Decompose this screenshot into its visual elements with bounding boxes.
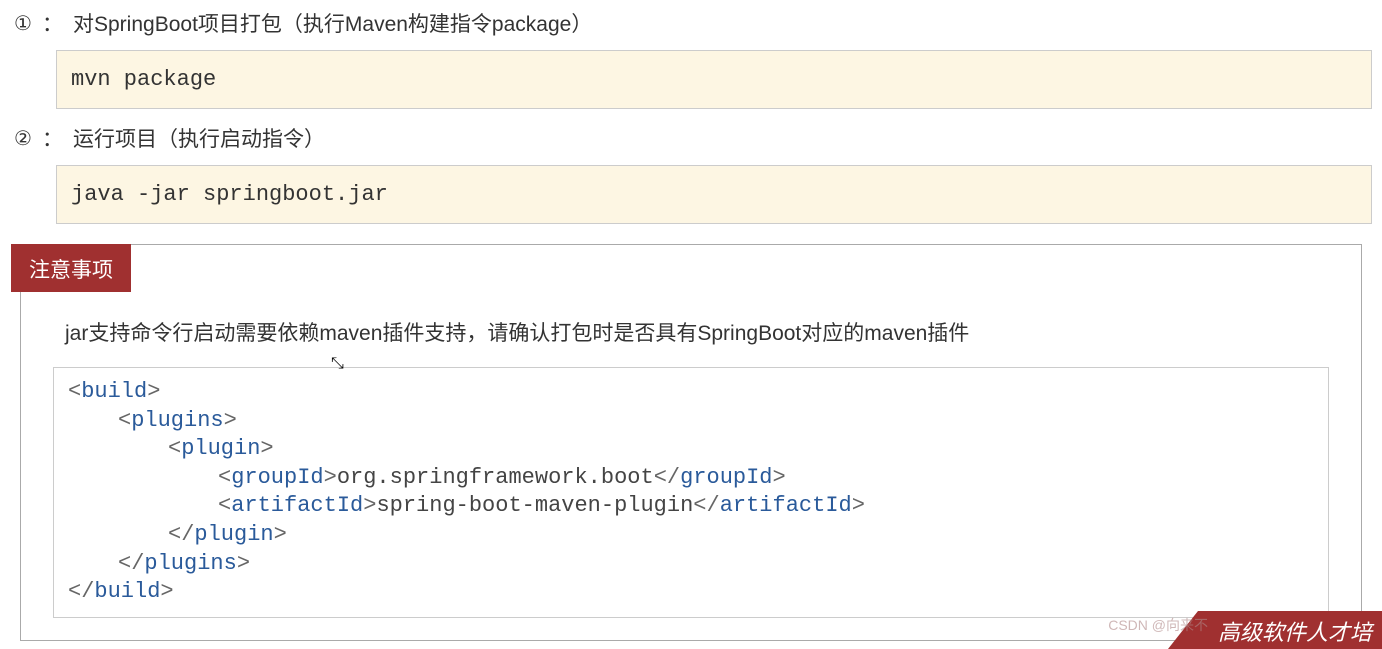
watermark-csdn: CSDN @向来不	[1108, 615, 1208, 635]
step-1-code: mvn package	[71, 67, 216, 92]
xml-line: </plugins>	[68, 550, 1314, 579]
xml-line: </build>	[68, 578, 1314, 607]
step-2-text: 运行项目（执行启动指令）	[73, 123, 325, 153]
xml-line: <plugins>	[68, 407, 1314, 436]
xml-line: <plugin>	[68, 435, 1314, 464]
xml-line: <artifactId>spring-boot-maven-plugin</ar…	[68, 492, 1314, 521]
xml-code-block: <build> <plugins> <plugin> <groupId>org.…	[53, 367, 1329, 618]
xml-line: <build>	[68, 378, 1314, 407]
xml-line: </plugin>	[68, 521, 1314, 550]
step-1-colon: ：	[42, 8, 63, 38]
step-2-number: ②	[10, 125, 36, 151]
step-2-code: java -jar springboot.jar	[71, 182, 388, 207]
step-2-colon: ：	[42, 123, 63, 153]
step-1-header: ① ： 对SpringBoot项目打包（执行Maven构建指令package）	[10, 8, 1372, 38]
step-2-code-block: java -jar springboot.jar	[56, 165, 1372, 224]
step-1-text: 对SpringBoot项目打包（执行Maven构建指令package）	[73, 8, 592, 38]
notice-badge: 注意事项	[11, 244, 131, 292]
step-1-number: ①	[10, 10, 36, 36]
step-2-header: ② ： 运行项目（执行启动指令）	[10, 123, 1372, 153]
xml-line: <groupId>org.springframework.boot</group…	[68, 464, 1314, 493]
step-1-code-block: mvn package	[56, 50, 1372, 109]
watermark: CSDN @向来不 高级软件人才培	[1108, 611, 1382, 649]
notice-description: jar支持命令行启动需要依赖maven插件支持，请确认打包时是否具有Spring…	[65, 317, 1329, 347]
notice-panel: 注意事项 jar支持命令行启动需要依赖maven插件支持，请确认打包时是否具有S…	[20, 244, 1362, 641]
